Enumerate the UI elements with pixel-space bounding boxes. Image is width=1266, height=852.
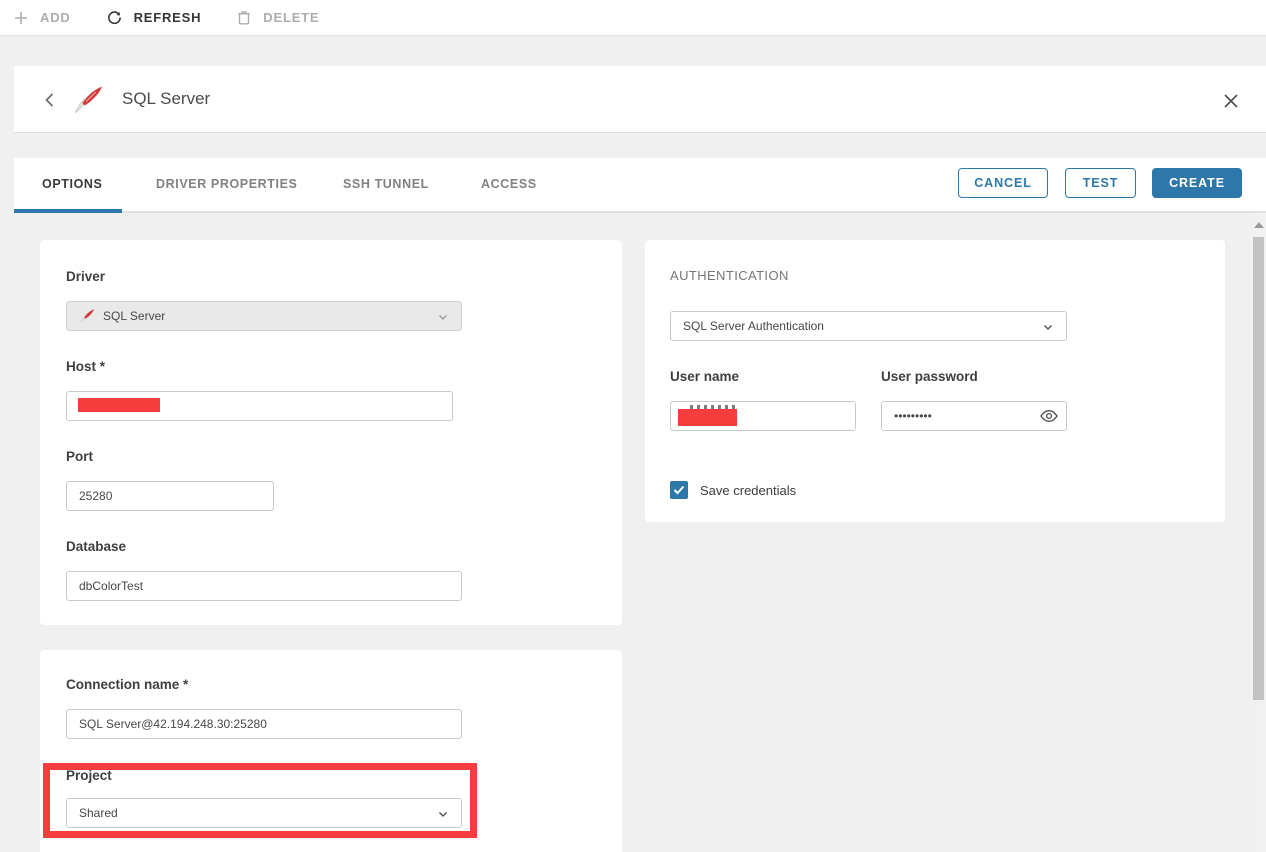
- authentication-section-title: AUTHENTICATION: [670, 268, 789, 283]
- save-credentials-label: Save credentials: [700, 483, 796, 498]
- auth-method-value: SQL Server Authentication: [683, 319, 824, 333]
- sql-server-logo-icon: [72, 84, 104, 116]
- connection-dialog: SQL Server OPTIONS DRIVER PROPERTIES SSH…: [14, 66, 1266, 852]
- tab-access[interactable]: ACCESS: [481, 177, 537, 191]
- project-select-value: Shared: [79, 806, 118, 820]
- save-credentials-row[interactable]: Save credentials: [670, 481, 796, 499]
- host-redaction-bar: [78, 398, 160, 412]
- dialog-header: SQL Server: [14, 66, 1266, 133]
- delete-button[interactable]: DELETE: [237, 10, 319, 25]
- cancel-button[interactable]: CANCEL: [958, 168, 1048, 198]
- close-icon[interactable]: [1222, 92, 1240, 110]
- refresh-button[interactable]: REFRESH: [107, 10, 202, 25]
- dialog-title: SQL Server: [122, 89, 210, 109]
- back-button[interactable]: [40, 90, 60, 110]
- username-redaction-bar: [678, 409, 737, 426]
- scrollbar-up-arrow-icon[interactable]: [1254, 222, 1264, 228]
- auth-method-select[interactable]: SQL Server Authentication: [670, 311, 1067, 341]
- database-label: Database: [66, 539, 126, 554]
- project-label: Project: [66, 768, 112, 783]
- database-input[interactable]: [66, 571, 462, 601]
- driver-select-value: SQL Server: [103, 309, 165, 323]
- tab-ssh-tunnel[interactable]: SSH TUNNEL: [343, 177, 429, 191]
- port-input[interactable]: [66, 481, 274, 511]
- trash-icon: [237, 10, 251, 25]
- chevron-down-icon: [435, 806, 451, 825]
- driver-select[interactable]: SQL Server: [66, 301, 462, 331]
- create-button[interactable]: CREATE: [1152, 168, 1242, 198]
- chevron-down-icon: [435, 309, 451, 328]
- chevron-down-icon: [1040, 319, 1056, 338]
- add-button[interactable]: ADD: [14, 10, 71, 25]
- project-select[interactable]: Shared: [66, 798, 462, 828]
- username-label: User name: [670, 369, 739, 384]
- connection-name-card: Connection name * Project Shared: [40, 650, 622, 852]
- tab-options[interactable]: OPTIONS: [42, 177, 102, 191]
- refresh-icon: [107, 10, 122, 25]
- sql-server-driver-icon: [79, 308, 95, 324]
- host-label: Host *: [66, 359, 105, 374]
- password-field-wrap: [881, 401, 1067, 431]
- eye-icon[interactable]: [1039, 407, 1059, 425]
- dialog-content: Driver SQL Server Host *: [14, 213, 1266, 852]
- vertical-scrollbar[interactable]: [1251, 213, 1266, 852]
- port-label: Port: [66, 449, 93, 464]
- password-label: User password: [881, 369, 978, 384]
- refresh-button-label: REFRESH: [134, 10, 202, 25]
- top-toolbar: ADD REFRESH DELETE: [0, 0, 1266, 36]
- add-button-label: ADD: [40, 10, 71, 25]
- connection-settings-card: Driver SQL Server Host *: [40, 240, 622, 625]
- delete-button-label: DELETE: [263, 10, 319, 25]
- authentication-card: AUTHENTICATION SQL Server Authentication…: [645, 240, 1225, 522]
- tab-bar: OPTIONS DRIVER PROPERTIES SSH TUNNEL ACC…: [14, 158, 1266, 213]
- scrollbar-thumb[interactable]: [1253, 237, 1264, 700]
- app-screen: ADD REFRESH DELETE: [0, 0, 1266, 852]
- plus-icon: [14, 11, 28, 25]
- tab-driver-properties[interactable]: DRIVER PROPERTIES: [156, 177, 297, 191]
- test-button[interactable]: TEST: [1065, 168, 1136, 198]
- driver-label: Driver: [66, 269, 105, 284]
- connection-name-label: Connection name *: [66, 677, 188, 692]
- save-credentials-checkbox[interactable]: [670, 481, 688, 499]
- connection-name-input[interactable]: [66, 709, 462, 739]
